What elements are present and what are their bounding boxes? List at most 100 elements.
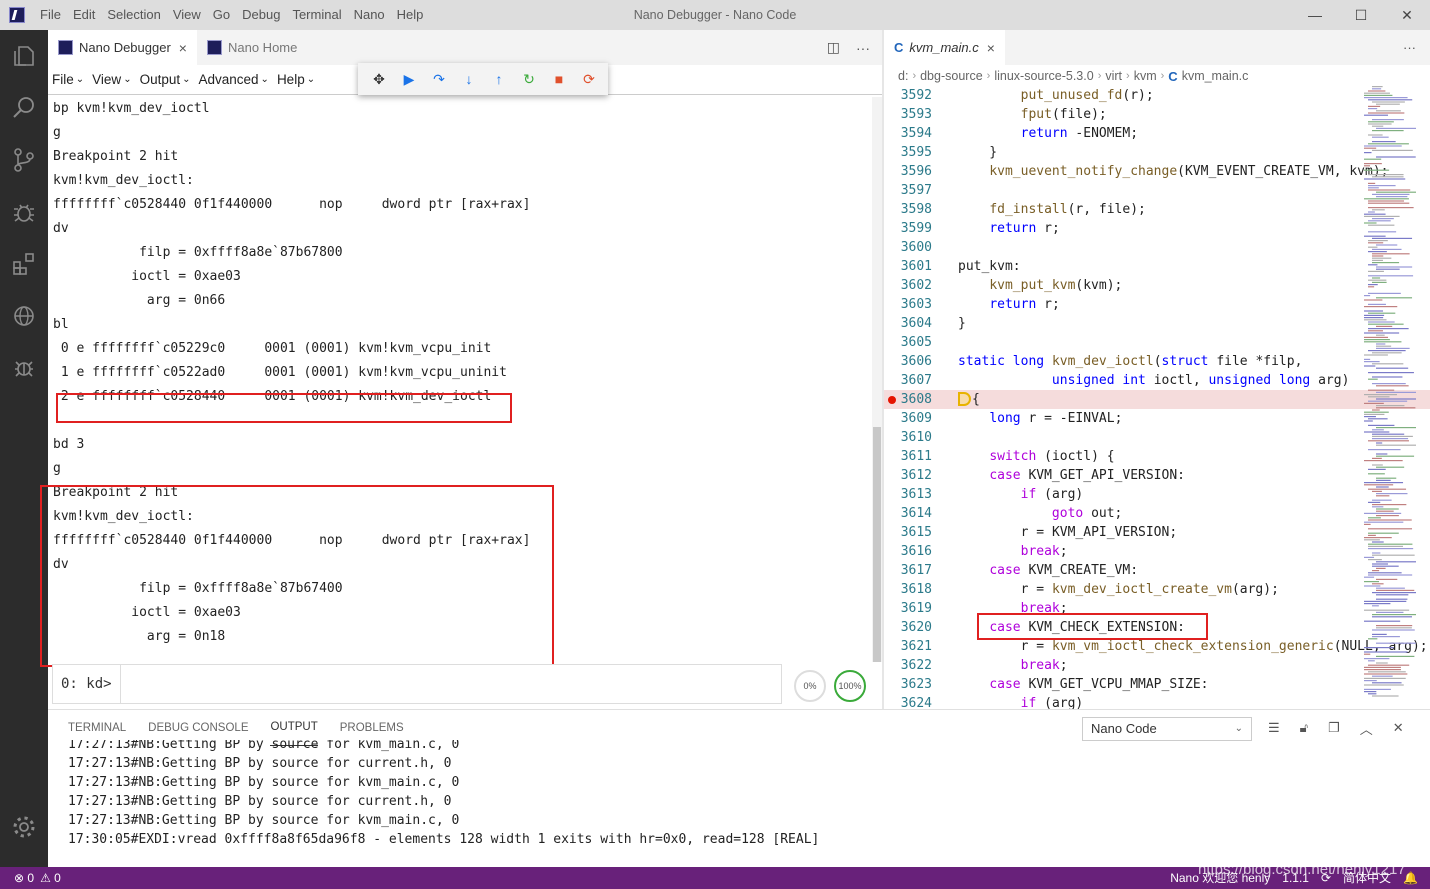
step-out-icon[interactable]: ↑ bbox=[484, 71, 514, 87]
code-line[interactable]: 3614 goto out; bbox=[884, 504, 1430, 523]
minimap[interactable] bbox=[1360, 86, 1420, 709]
debugger-menu-output[interactable]: Output ⌄ bbox=[136, 72, 195, 87]
code-line[interactable]: 3607 unsigned int ioctl, unsigned long a… bbox=[884, 371, 1430, 390]
code-line[interactable]: 3612 case KVM_GET_API_VERSION: bbox=[884, 466, 1430, 485]
tab-nano-debugger[interactable]: Nano Debugger × bbox=[48, 30, 197, 65]
disconnect-icon[interactable]: ⟳ bbox=[574, 71, 604, 88]
code-line[interactable]: 3622 break; bbox=[884, 656, 1430, 675]
search-icon[interactable] bbox=[0, 82, 48, 134]
close-tab-icon[interactable]: × bbox=[179, 40, 187, 56]
minimize-icon[interactable]: — bbox=[1292, 0, 1338, 30]
code-line[interactable]: 3621 r = kvm_vm_ioctl_check_extension_ge… bbox=[884, 637, 1430, 656]
menu-selection[interactable]: Selection bbox=[101, 0, 166, 30]
debug-icon[interactable] bbox=[0, 186, 48, 238]
more-actions-icon[interactable]: ··· bbox=[1403, 30, 1416, 65]
code-line[interactable]: 3611 switch (ioctl) { bbox=[884, 447, 1430, 466]
close-panel-icon[interactable]: ✕ bbox=[1393, 720, 1404, 736]
code-line[interactable]: 3605 bbox=[884, 333, 1430, 352]
code-line[interactable]: 3603 return r; bbox=[884, 295, 1430, 314]
explorer-icon[interactable] bbox=[0, 30, 48, 82]
menu-debug[interactable]: Debug bbox=[236, 0, 286, 30]
code-line[interactable]: 3617 case KVM_CREATE_VM: bbox=[884, 561, 1430, 580]
line-number: 3593 bbox=[900, 107, 932, 122]
code-line[interactable]: 3595 } bbox=[884, 143, 1430, 162]
menu-file[interactable]: File bbox=[34, 0, 67, 30]
breadcrumb-kvm[interactable]: kvm bbox=[1134, 69, 1157, 83]
minimap-line bbox=[1376, 486, 1389, 488]
minimap-line bbox=[1364, 235, 1386, 237]
tab-kvm-main-c[interactable]: C kvm_main.c × bbox=[884, 30, 1005, 65]
errors-count[interactable]: ⊗ 0 bbox=[14, 867, 34, 889]
open-log-icon[interactable]: ❐ bbox=[1328, 720, 1340, 736]
code-line[interactable]: 3592 put_unused_fd(r); bbox=[884, 86, 1430, 105]
code-line[interactable]: 3597 bbox=[884, 181, 1430, 200]
lock-icon[interactable]: 🔓︎ bbox=[1300, 720, 1308, 736]
code-line[interactable]: 3598 fd_install(r, file); bbox=[884, 200, 1430, 219]
code-line[interactable]: 3606 static long kvm_dev_ioctl(struct fil… bbox=[884, 352, 1430, 371]
debugger-menu-advanced[interactable]: Advanced ⌄ bbox=[195, 72, 273, 87]
code-line[interactable]: 3624 if (arg) bbox=[884, 694, 1430, 709]
menu-go[interactable]: Go bbox=[207, 0, 236, 30]
code-line[interactable]: 3601 put_kvm: bbox=[884, 257, 1430, 276]
code-line[interactable]: 3594 return -ENOMEM; bbox=[884, 124, 1430, 143]
close-tab-icon[interactable]: × bbox=[987, 40, 995, 56]
sync-icon[interactable]: ⟳ bbox=[1321, 867, 1331, 889]
tab-nano-home[interactable]: Nano Home bbox=[197, 30, 307, 65]
breadcrumb-dbg-source[interactable]: dbg-source bbox=[920, 69, 983, 83]
debugger-menu-view[interactable]: View ⌄ bbox=[88, 72, 135, 87]
bell-icon[interactable]: 🔔 bbox=[1403, 867, 1418, 889]
code-line[interactable]: 3610 bbox=[884, 428, 1430, 447]
code-line[interactable]: 3609 long r = -EINVAL; bbox=[884, 409, 1430, 428]
code-line[interactable]: 3623 case KVM_GET_VCPU_MMAP_SIZE: bbox=[884, 675, 1430, 694]
command-input[interactable]: 0: kd> bbox=[52, 664, 782, 704]
menu-nano[interactable]: Nano bbox=[348, 0, 391, 30]
debugger-menu-file[interactable]: File ⌄ bbox=[48, 72, 88, 87]
code-view[interactable]: 3592 put_unused_fd(r); 3593 fput(file); 35… bbox=[884, 86, 1430, 709]
code-line[interactable]: 3615 r = KVM_API_VERSION; bbox=[884, 523, 1430, 542]
close-icon[interactable]: ✕ bbox=[1384, 0, 1430, 30]
code-line[interactable]: 3593 fput(file); bbox=[884, 105, 1430, 124]
continue-icon[interactable]: ▶ bbox=[394, 71, 424, 88]
warnings-count[interactable]: ⚠ 0 bbox=[40, 867, 61, 889]
chevron-up-icon[interactable]: ︿ bbox=[1360, 719, 1373, 738]
gear-icon[interactable] bbox=[0, 801, 48, 853]
extensions-icon[interactable] bbox=[0, 238, 48, 290]
scrollbar-thumb[interactable] bbox=[873, 427, 881, 662]
debugger-editor-group: Nano Debugger × Nano Home ◫ ··· File ⌄ Vi… bbox=[40, 30, 882, 709]
code-line[interactable]: 3616 break; bbox=[884, 542, 1430, 561]
breadcrumb-drive[interactable]: d: bbox=[898, 69, 908, 83]
menu-terminal[interactable]: Terminal bbox=[286, 0, 347, 30]
language-text[interactable]: 简体中文 bbox=[1343, 867, 1391, 889]
code-line[interactable]: 3608 { bbox=[884, 390, 1430, 409]
bug-icon[interactable] bbox=[0, 342, 48, 394]
source-control-icon[interactable] bbox=[0, 134, 48, 186]
breadcrumb-virt[interactable]: virt bbox=[1105, 69, 1122, 83]
step-into-icon[interactable]: ↓ bbox=[454, 71, 484, 87]
step-over-icon[interactable]: ↷ bbox=[424, 71, 454, 88]
split-editor-icon[interactable]: ◫ bbox=[827, 39, 840, 56]
menu-edit[interactable]: Edit bbox=[67, 0, 101, 30]
maximize-icon[interactable]: ☐ bbox=[1338, 0, 1384, 30]
console-scrollbar[interactable] bbox=[872, 97, 882, 662]
code-line[interactable]: 3599 return r; bbox=[884, 219, 1430, 238]
drag-icon[interactable]: ✥ bbox=[364, 71, 394, 88]
menu-help[interactable]: Help bbox=[391, 0, 430, 30]
output-channel-select[interactable]: Nano Code ⌄ bbox=[1082, 717, 1252, 741]
code-line[interactable]: 3618 r = kvm_dev_ioctl_create_vm(arg); bbox=[884, 580, 1430, 599]
restart-icon[interactable]: ↻ bbox=[514, 71, 544, 88]
globe-icon[interactable] bbox=[0, 290, 48, 342]
code-line[interactable]: 3619 break; bbox=[884, 599, 1430, 618]
code-line[interactable]: 3600 bbox=[884, 238, 1430, 257]
code-line[interactable]: 3620 case KVM_CHECK_EXTENSION: bbox=[884, 618, 1430, 637]
menu-view[interactable]: View bbox=[167, 0, 207, 30]
code-line[interactable]: 3596 kvm_uevent_notify_change(KVM_EVENT_… bbox=[884, 162, 1430, 181]
code-line[interactable]: 3604} bbox=[884, 314, 1430, 333]
code-line[interactable]: 3602 kvm_put_kvm(kvm); bbox=[884, 276, 1430, 295]
clear-output-icon[interactable]: ☰ bbox=[1268, 720, 1280, 736]
debugger-menu-help[interactable]: Help ⌄ bbox=[273, 72, 319, 87]
code-line[interactable]: 3613 if (arg) bbox=[884, 485, 1430, 504]
breadcrumb-linux-source[interactable]: linux-source-5.3.0 bbox=[994, 69, 1093, 83]
more-actions-icon[interactable]: ··· bbox=[856, 40, 870, 56]
stop-icon[interactable]: ■ bbox=[544, 71, 574, 87]
breadcrumb-file[interactable]: kvm_main.c bbox=[1182, 69, 1249, 83]
